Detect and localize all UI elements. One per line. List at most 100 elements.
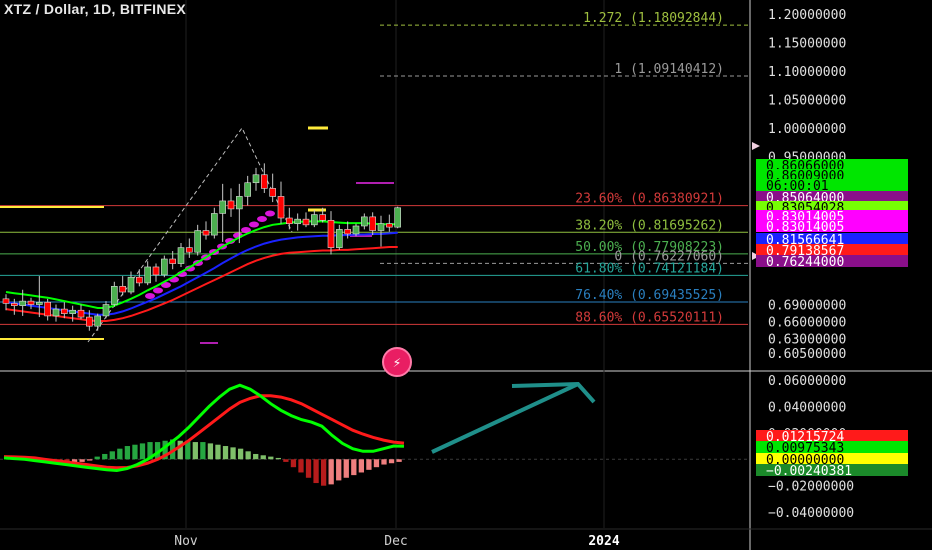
candle-body	[102, 304, 110, 317]
candle-body	[169, 258, 176, 264]
price-axis-label: 1.20000000	[768, 8, 846, 23]
candle-body	[369, 216, 376, 231]
histogram-bar	[328, 459, 334, 485]
histogram-bar	[283, 459, 289, 462]
candle-body	[19, 300, 26, 306]
candle-body	[361, 216, 368, 227]
logo-glyph: ⚡	[393, 355, 401, 371]
candle-body	[136, 276, 143, 284]
histogram-bar	[94, 456, 100, 460]
histogram-bar	[358, 459, 364, 473]
fib-label: 23.60% (0.86380921)	[575, 192, 724, 207]
candle-body	[77, 309, 85, 318]
tradingview-chart[interactable]: 1.272 (1.18092844) 1 (1.09140412) 23.60% (…	[0, 0, 932, 550]
candle-body	[202, 230, 210, 236]
fib-label: 76.40% (0.69435525)	[575, 288, 724, 303]
candle-body	[327, 219, 335, 248]
osc-tag-text: −0.00240381	[766, 464, 852, 479]
time-axis-label: 2024	[588, 534, 619, 549]
candle-body	[69, 309, 76, 314]
histogram-bar	[200, 442, 206, 460]
ribbon-dot	[257, 216, 267, 222]
price-axis-label: 1.10000000	[768, 65, 846, 80]
price-axis-label: 1.05000000	[768, 94, 846, 109]
histogram-bar	[102, 453, 108, 460]
fib-label: 61.80% (0.74121184)	[575, 261, 724, 276]
fib-label: 38.20% (0.81695262)	[575, 218, 724, 233]
candle-body	[44, 301, 51, 317]
histogram-bar	[388, 459, 395, 464]
histogram-bar	[207, 443, 214, 460]
histogram-bar	[343, 459, 349, 478]
price-axis-label: 1.15000000	[768, 37, 846, 52]
fib-label: 88.60% (0.65520111)	[575, 310, 724, 325]
candle-body	[269, 188, 276, 197]
candle-body	[302, 218, 310, 226]
candle-body	[52, 308, 60, 317]
histogram-bar	[373, 459, 380, 468]
time-axis-label: Nov	[174, 534, 198, 549]
candle-body	[152, 266, 160, 276]
ribbon-dot	[145, 293, 155, 299]
histogram-bar	[124, 446, 131, 460]
histogram-bar	[320, 459, 327, 486]
histogram-bar	[351, 459, 357, 476]
candle-body	[236, 196, 243, 210]
candle-body	[377, 223, 385, 231]
histogram-bar	[336, 459, 342, 481]
candle-body	[127, 276, 135, 293]
candle-body	[2, 298, 10, 304]
candle-body	[394, 207, 401, 228]
candle-body	[11, 303, 18, 306]
histogram-bar	[117, 448, 123, 460]
histogram-bar	[79, 459, 85, 462]
time-axis-label: Dec	[384, 534, 407, 549]
candle-body	[311, 214, 318, 226]
candle-body	[219, 200, 226, 214]
histogram-bar	[192, 442, 198, 460]
candle-body	[119, 286, 126, 293]
histogram-bar	[275, 457, 281, 460]
candle-body	[261, 174, 268, 189]
price-axis-label: 0.66000000	[768, 316, 846, 331]
osc-axis-label: −0.04000000	[768, 506, 854, 521]
candle-body	[27, 300, 35, 305]
candle-body	[144, 266, 151, 284]
histogram-bar	[230, 447, 236, 460]
ribbon-dot	[153, 287, 163, 294]
histogram-bar	[366, 459, 372, 470]
candle-body	[252, 174, 260, 184]
histogram-bar	[222, 446, 229, 460]
histogram-bar	[253, 453, 259, 460]
ribbon-dot	[265, 210, 275, 217]
osc-axis-label: 0.06000000	[768, 374, 846, 389]
fib-label: 1 (1.09140412)	[614, 62, 724, 77]
histogram-bar	[139, 443, 146, 460]
histogram-bar	[260, 455, 266, 460]
candle-body	[227, 200, 235, 210]
candle-body	[61, 308, 68, 314]
price-axis-label: 1.00000000	[768, 122, 846, 137]
price-axis-label: 0.63000000	[768, 333, 846, 348]
candle-body	[186, 247, 193, 253]
chart-title: XTZ / Dollar, 1D, BITFINEX	[4, 1, 187, 17]
candle-body	[286, 217, 293, 225]
candle-body	[277, 196, 285, 219]
candle-body	[177, 247, 185, 264]
candle-body	[352, 225, 360, 235]
histogram-bar	[215, 444, 221, 460]
price-axis-label: 0.69000000	[768, 299, 846, 314]
histogram-bar	[381, 459, 387, 465]
histogram-bar	[313, 459, 319, 484]
histogram-bar	[298, 459, 304, 473]
candle-body	[386, 223, 393, 228]
histogram-bar	[237, 448, 244, 460]
histogram-bar	[268, 456, 274, 460]
candle-body	[194, 230, 201, 253]
candle-body	[161, 258, 168, 276]
ribbon-dot	[249, 221, 259, 228]
histogram-bar	[396, 459, 402, 462]
candle-body	[244, 182, 251, 197]
price-axis-label: 0.60500000	[768, 347, 846, 362]
candle-body	[94, 315, 101, 327]
